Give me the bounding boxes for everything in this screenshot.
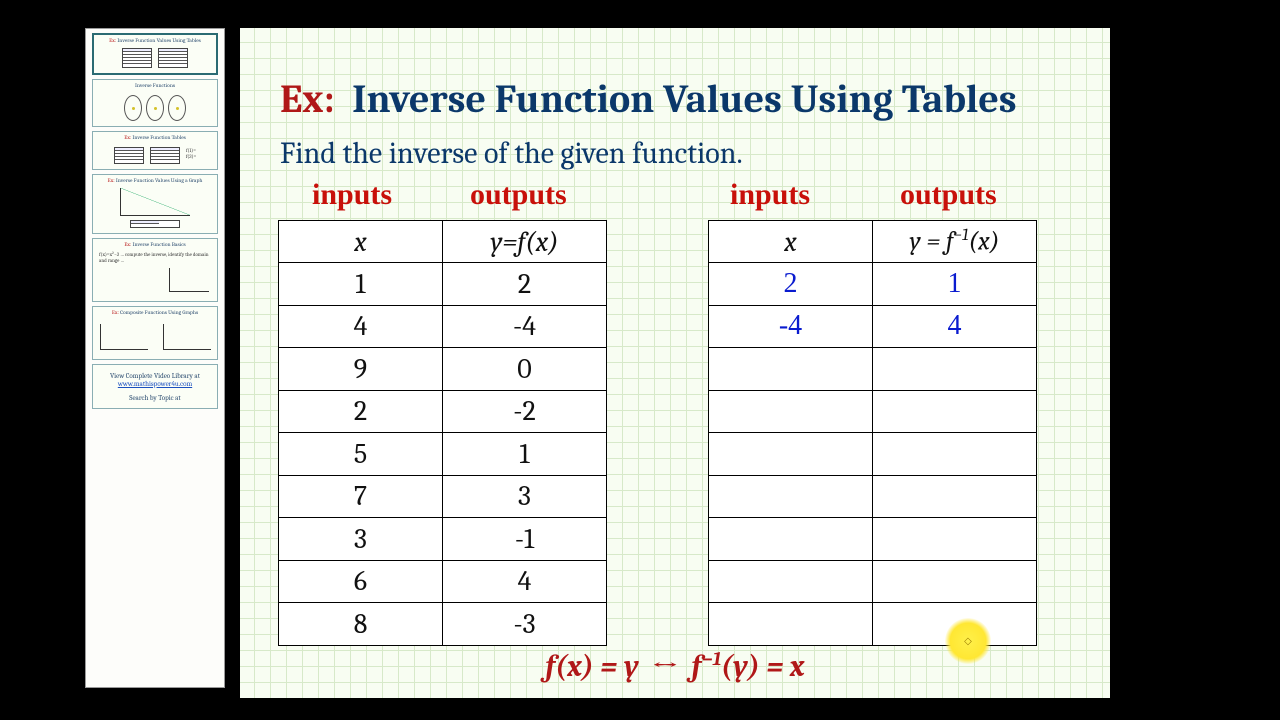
function-table: xy=f(x) 12 4-4 90 2-2 51 73 3-1 64 8-3 bbox=[278, 220, 607, 646]
annotation-inputs-left: inputs bbox=[312, 178, 392, 212]
table-row: xy=f(x) bbox=[279, 221, 607, 263]
table-row: 90 bbox=[279, 348, 607, 391]
thumbnail-6[interactable]: Ex: Composite Functions Using Graphs bbox=[92, 306, 218, 360]
sidebar-footer: View Complete Video Library at www.mathi… bbox=[92, 364, 218, 409]
thumbnail-1[interactable]: Ex: Inverse Function Values Using Tables bbox=[92, 33, 218, 75]
thumbnail-2[interactable]: Inverse Functions bbox=[92, 79, 218, 128]
cursor-highlight-icon bbox=[945, 618, 991, 664]
annotation-outputs-right: outputs bbox=[900, 178, 997, 212]
inverse-function-table: xy = f−1(x) 21 -44 bbox=[708, 220, 1037, 646]
table-row: xy = f−1(x) bbox=[709, 221, 1037, 263]
table-row bbox=[709, 433, 1037, 476]
table-row: 12 bbox=[279, 263, 607, 306]
table-row bbox=[709, 560, 1037, 603]
thumbnail-4[interactable]: Ex: Inverse Function Values Using a Grap… bbox=[92, 174, 218, 235]
table-row: 21 bbox=[709, 263, 1037, 306]
table-row: 64 bbox=[279, 560, 607, 603]
thumbnail-sidebar: Ex: Inverse Function Values Using Tables… bbox=[85, 28, 225, 688]
table-row: 4-4 bbox=[279, 305, 607, 348]
table-row: 8-3 bbox=[279, 603, 607, 646]
slide-subtitle: Find the inverse of the given function. bbox=[280, 136, 743, 171]
table-row bbox=[709, 518, 1037, 561]
library-link[interactable]: www.mathispower4u.com bbox=[95, 380, 215, 388]
annotation-outputs-left: outputs bbox=[470, 178, 567, 212]
thumbnail-3[interactable]: Ex: Inverse Function Tables f(1)=f(3)= bbox=[92, 131, 218, 170]
slide-title: Ex: Inverse Function Values Using Tables bbox=[280, 76, 1090, 122]
thumbnail-5[interactable]: Ex: Inverse Function Basics f(x)=x²−3 … … bbox=[92, 238, 218, 302]
annotation-inputs-right: inputs bbox=[730, 178, 810, 212]
table-row bbox=[709, 390, 1037, 433]
table-row bbox=[709, 348, 1037, 391]
table-row: 2-2 bbox=[279, 390, 607, 433]
table-row: -44 bbox=[709, 305, 1037, 348]
table-row: 73 bbox=[279, 475, 607, 518]
table-row: 3-1 bbox=[279, 518, 607, 561]
table-row: 51 bbox=[279, 433, 607, 476]
main-slide: Ex: Inverse Function Values Using Tables… bbox=[240, 28, 1110, 698]
table-row bbox=[709, 475, 1037, 518]
